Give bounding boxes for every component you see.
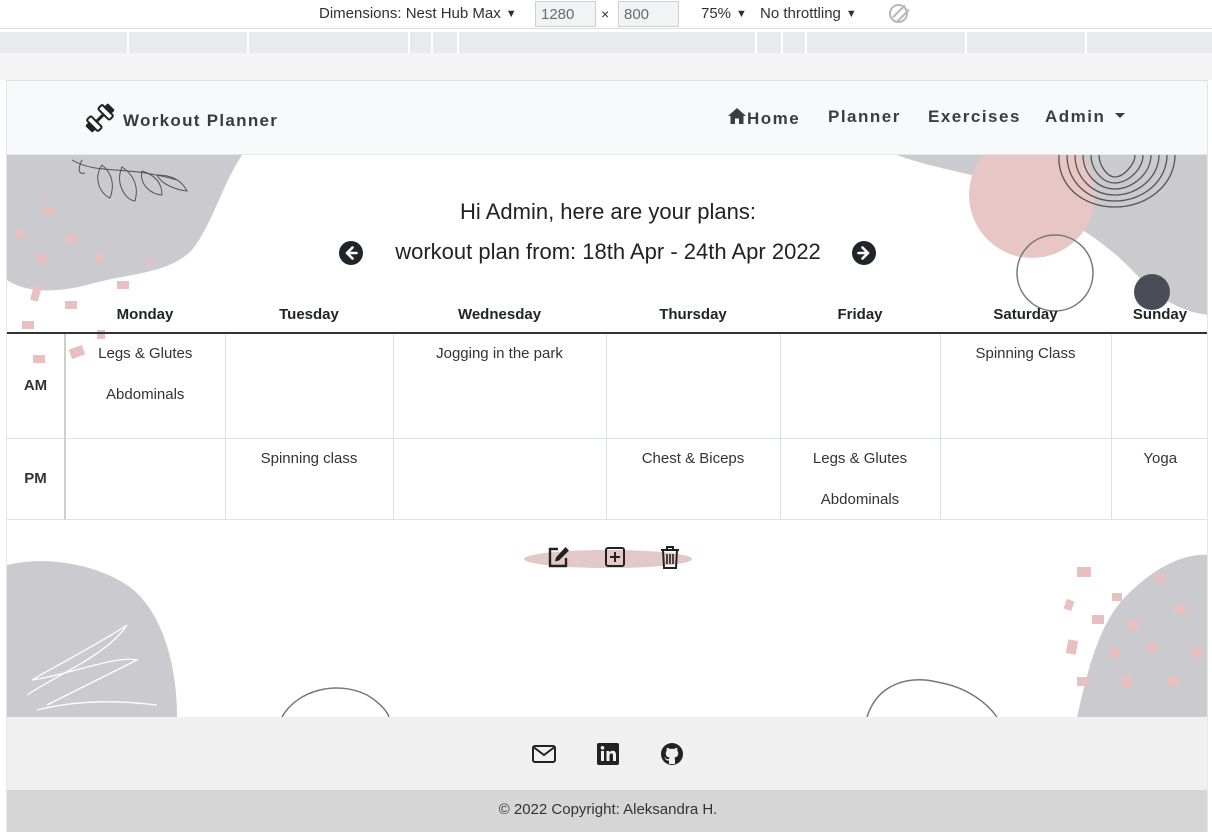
copyright-text: © 2022 Copyright: Aleksandra H.	[7, 790, 1207, 832]
zoom-label: 75%	[701, 5, 732, 22]
plan-cell[interactable]	[606, 333, 781, 439]
rotate-icon[interactable]	[889, 4, 908, 23]
plan-cell[interactable]	[780, 333, 941, 439]
times-label: ×	[601, 6, 610, 22]
nav-exercises[interactable]: Exercises	[928, 107, 1021, 127]
caret-down-icon	[1115, 113, 1126, 118]
table-header-row: Monday Tuesday Wednesday Thursday Friday…	[7, 297, 1207, 334]
exercise-entry: Legs & Glutes	[98, 345, 193, 362]
page-viewport: Workout Planner Home Planner Exercises A…	[6, 80, 1208, 832]
table-row: AM Legs & Glutes Abdominals Jogging in t…	[7, 333, 1207, 439]
plan-cell[interactable]: Jogging in the park	[393, 333, 607, 439]
plus-square-icon[interactable]	[602, 544, 628, 570]
viewport-gap	[0, 53, 1212, 80]
greeting-heading: Hi Admin, here are your plans:	[460, 199, 756, 224]
table-header-day: Sunday	[1111, 297, 1207, 334]
row-label-am: AM	[7, 333, 66, 439]
devtools-toolbar: Dimensions: Nest Hub Max ▼ 1280 × 800 75%…	[0, 0, 1212, 29]
nav-planner[interactable]: Planner	[828, 107, 901, 127]
plan-cell[interactable]	[65, 438, 226, 520]
caret-down-icon: ▼	[505, 8, 517, 20]
github-icon[interactable]	[659, 741, 685, 767]
brand-title: Workout Planner	[123, 111, 279, 130]
exercise-entry: Spinning class	[260, 449, 358, 467]
plan-actions	[524, 546, 692, 570]
table-header-day: Saturday	[940, 297, 1111, 334]
envelope-icon[interactable]	[531, 741, 557, 767]
table-header-day: Wednesday	[393, 297, 606, 334]
exercise-entry: Spinning Class	[975, 345, 1076, 362]
throttling-select[interactable]: No throttling ▼	[760, 5, 857, 22]
throttling-label: No throttling	[760, 5, 841, 22]
nav-home-label: Home	[747, 109, 801, 128]
height-input[interactable]: 800	[618, 1, 679, 27]
nav-home[interactable]: Home	[727, 107, 800, 129]
exercise-entry: Abdominals	[820, 490, 900, 508]
home-icon	[728, 108, 746, 124]
navbar: Workout Planner Home Planner Exercises A…	[7, 80, 1207, 155]
caret-down-icon: ▼	[845, 8, 857, 20]
table-header-day: Friday	[780, 297, 940, 334]
arrow-left-circle-icon[interactable]	[339, 241, 363, 265]
plan-cell[interactable]: Spinning Class	[940, 333, 1112, 439]
table-row: PM Spinning class Chest & Biceps Legs & …	[7, 438, 1207, 520]
brand-link[interactable]: Workout Planner	[83, 101, 278, 135]
table-header-day: Thursday	[606, 297, 780, 334]
exercise-entry: Abdominals	[106, 386, 185, 403]
plan-cell[interactable]	[1111, 333, 1207, 439]
device-label: Dimensions: Nest Hub Max	[319, 5, 501, 22]
arrow-right-circle-icon[interactable]	[852, 241, 876, 265]
width-input[interactable]: 1280	[535, 1, 596, 27]
exercise-entry: Chest & Biceps	[641, 449, 745, 467]
table-header-day: Monday	[65, 297, 225, 334]
footer	[7, 717, 1207, 790]
table-header-day: Tuesday	[225, 297, 393, 334]
exercise-entry: Yoga	[1143, 449, 1178, 467]
trash-icon[interactable]	[657, 544, 683, 570]
table-header-corner	[7, 297, 65, 334]
exercise-entry: Legs & Glutes	[812, 449, 908, 467]
plan-cell[interactable]	[940, 438, 1112, 520]
week-label: workout plan from: 18th Apr - 24th Apr 2…	[395, 239, 821, 264]
plan-cell[interactable]	[393, 438, 607, 520]
plan-cell[interactable]: Legs & Glutes Abdominals	[780, 438, 941, 520]
device-select[interactable]: Dimensions: Nest Hub Max ▼	[319, 5, 517, 22]
workout-plan-table: Monday Tuesday Wednesday Thursday Friday…	[7, 297, 1207, 520]
caret-down-icon: ▼	[736, 8, 747, 20]
plan-cell[interactable]: Yoga	[1111, 438, 1207, 520]
zoom-select[interactable]: 75% ▼	[701, 5, 747, 22]
row-label-pm: PM	[7, 438, 66, 520]
media-query-ruler[interactable]	[0, 32, 1212, 53]
plan-cell[interactable]: Legs & Glutes Abdominals	[65, 333, 226, 439]
edit-icon[interactable]	[545, 544, 571, 570]
dumbbell-icon	[85, 103, 115, 133]
exercise-entry: Jogging in the park	[436, 345, 563, 362]
planner-section: Hi Admin, here are your plans: workout p…	[7, 155, 1207, 717]
linkedin-icon[interactable]	[595, 741, 621, 767]
nav-admin-label: Admin	[1045, 107, 1106, 126]
plan-cell[interactable]: Spinning class	[225, 438, 394, 520]
plan-cell[interactable]	[225, 333, 394, 439]
nav-admin-dropdown[interactable]: Admin	[1045, 107, 1126, 127]
plan-cell[interactable]: Chest & Biceps	[606, 438, 781, 520]
